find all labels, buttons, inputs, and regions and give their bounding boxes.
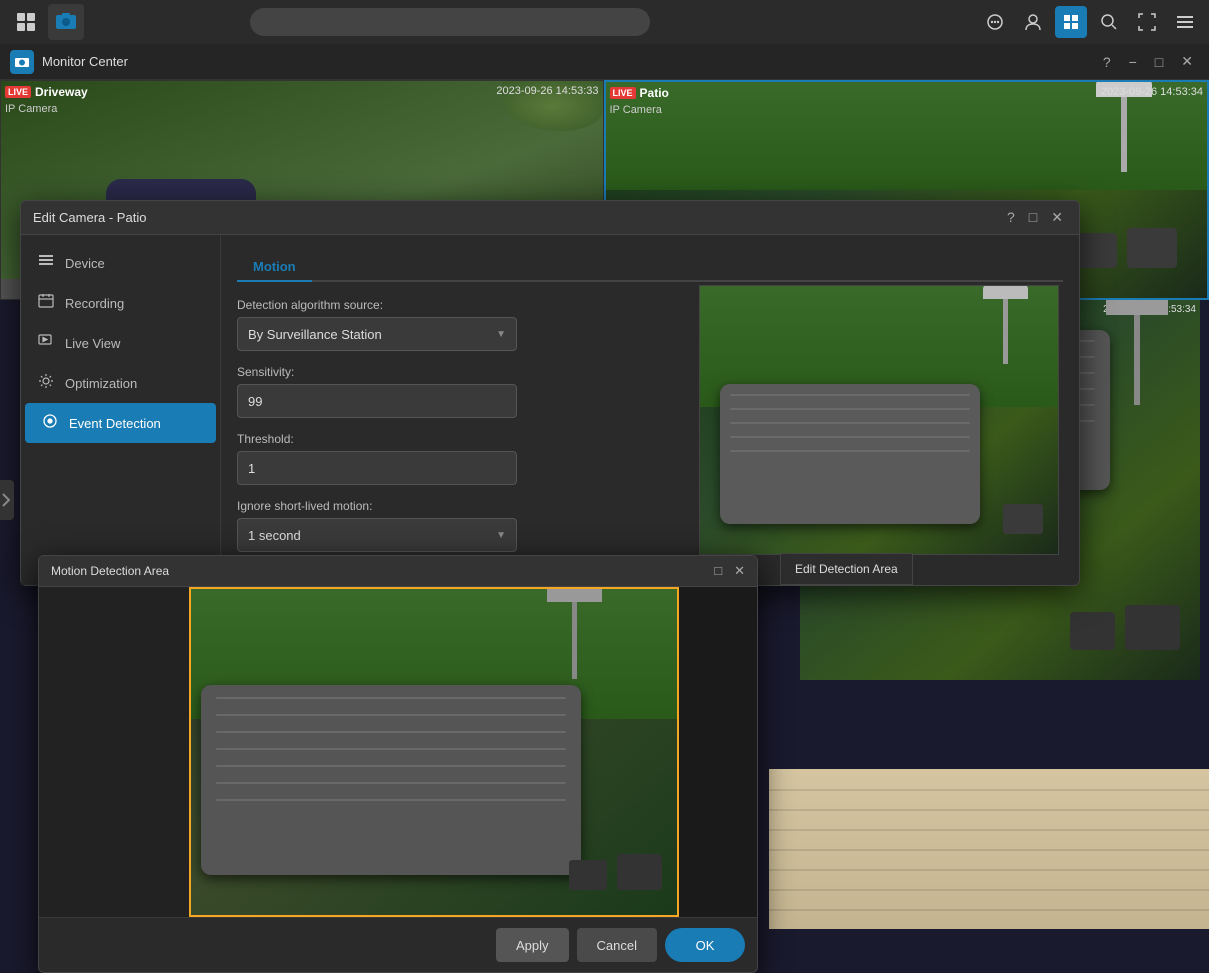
camera-app-button[interactable] (48, 4, 84, 40)
camera-label-patio: LIVE Patio (610, 86, 669, 100)
ignore-motion-select[interactable]: 1 second ▼ (237, 518, 517, 552)
sidebar-label-optimization: Optimization (65, 376, 137, 391)
mattress-lines (730, 394, 970, 452)
event-detection-icon (41, 413, 59, 433)
motion-detection-dialog: Motion Detection Area □ ✕ P Camera 2023-… (38, 555, 758, 973)
detection-algorithm-arrow: ▼ (496, 329, 506, 340)
live-view-icon (37, 333, 55, 353)
sidebar-item-recording[interactable]: Recording (21, 283, 220, 323)
dialog-body: Device Recording (21, 235, 1079, 585)
camera-label-driveway: LIVE Driveway (5, 85, 88, 99)
app-logo (10, 50, 34, 74)
grid-view-icon[interactable] (1055, 6, 1087, 38)
tab-motion[interactable]: Motion (237, 253, 312, 282)
dialog-title: Edit Camera - Patio (33, 210, 1003, 225)
app-titlebar-controls: ? − □ ✕ (1097, 51, 1199, 72)
sidebar-item-device[interactable]: Device (21, 243, 220, 283)
preview-cam-background: IP Camera 2023-09-26 14:53:34 (700, 286, 1058, 554)
app-title: Monitor Center (42, 54, 128, 69)
ok-button[interactable]: OK (665, 928, 745, 962)
app-maximize-button[interactable]: □ (1149, 52, 1169, 72)
camera-name-driveway: Driveway (35, 85, 88, 99)
taskbar (0, 0, 1209, 44)
collapse-panel-button[interactable] (0, 480, 14, 520)
ignore-motion-arrow: ▼ (496, 530, 506, 541)
search-input[interactable] (250, 8, 650, 36)
camera-timestamp-patio: 2023-09-26 14:53:34 (1101, 86, 1203, 98)
edit-camera-dialog: Edit Camera - Patio ? □ ✕ Device (20, 200, 1080, 586)
fullscreen-icon[interactable] (1131, 6, 1163, 38)
building-area (769, 769, 1209, 929)
camera-preview: IP Camera 2023-09-26 14:53:34 (699, 285, 1059, 555)
app-minimize-button[interactable]: − (1123, 52, 1143, 72)
sidebar-label-live-view: Live View (65, 336, 120, 351)
user-icon[interactable] (1017, 6, 1049, 38)
edit-detection-area-panel: Edit Detection Area (780, 553, 913, 585)
motion-dialog-footer: Apply Cancel OK (39, 917, 757, 972)
optimization-icon (37, 373, 55, 393)
dialog-content: Motion Detection algorithm source: By Su… (221, 235, 1079, 585)
threshold-input[interactable] (237, 451, 517, 485)
live-badge-patio: LIVE (610, 87, 636, 99)
dialog-sidebar: Device Recording (21, 235, 221, 585)
device-icon (37, 253, 55, 273)
tab-bar: Motion (237, 251, 1063, 282)
cancel-button[interactable]: Cancel (577, 928, 657, 962)
detection-algorithm-select[interactable]: By Surveillance Station ▼ (237, 317, 517, 351)
sidebar-item-optimization[interactable]: Optimization (21, 363, 220, 403)
motion-dialog-title: Motion Detection Area (51, 564, 714, 578)
camera-timestamp-driveway: 2023-09-26 14:53:33 (496, 85, 598, 97)
menu-icon[interactable] (1169, 6, 1201, 38)
sensitivity-input[interactable] (237, 384, 517, 418)
mattress-preview (720, 384, 980, 524)
app-grid-button[interactable] (8, 4, 44, 40)
app-titlebar: Monitor Center ? − □ ✕ (0, 44, 1209, 80)
sidebar-label-event-detection: Event Detection (69, 416, 161, 431)
motion-dialog-buttons: □ ✕ (714, 563, 745, 579)
detection-algorithm-value: By Surveillance Station (248, 327, 382, 342)
apply-button[interactable]: Apply (496, 928, 569, 962)
search-icon[interactable] (1093, 6, 1125, 38)
app-close-button[interactable]: ✕ (1175, 51, 1199, 72)
edit-detection-label: Edit Detection Area (795, 562, 898, 576)
chat-icon[interactable] (979, 6, 1011, 38)
sidebar-label-device: Device (65, 256, 105, 271)
motion-cam-preview: P Camera 2023-09-26 14:53:3 (189, 587, 679, 917)
motion-minimize-button[interactable]: □ (714, 563, 722, 579)
camera-sub-driveway: IP Camera (5, 103, 57, 115)
app-help-button[interactable]: ? (1097, 52, 1117, 72)
dialog-title-buttons: ? □ ✕ (1003, 209, 1067, 226)
camera-name-patio: Patio (640, 86, 669, 100)
ignore-motion-value: 1 second (248, 528, 301, 543)
motion-dialog-titlebar: Motion Detection Area □ ✕ (39, 556, 757, 587)
dialog-help-button[interactable]: ? (1003, 209, 1019, 226)
motion-close-button[interactable]: ✕ (734, 563, 745, 579)
dialog-maximize-button[interactable]: □ (1025, 209, 1041, 226)
taskbar-right-area (979, 6, 1201, 38)
dialog-titlebar: Edit Camera - Patio ? □ ✕ (21, 201, 1079, 235)
sidebar-item-event-detection[interactable]: Event Detection (25, 403, 216, 443)
sidebar-item-live-view[interactable]: Live View (21, 323, 220, 363)
camera-sub-patio: IP Camera (610, 104, 662, 116)
recording-icon (37, 293, 55, 313)
live-badge-driveway: LIVE (5, 86, 31, 98)
motion-left-strip (39, 587, 189, 917)
dialog-close-button[interactable]: ✕ (1047, 209, 1067, 226)
sidebar-label-recording: Recording (65, 296, 124, 311)
motion-mattress (201, 685, 581, 875)
motion-dialog-content: P Camera 2023-09-26 14:53:3 (39, 587, 757, 917)
